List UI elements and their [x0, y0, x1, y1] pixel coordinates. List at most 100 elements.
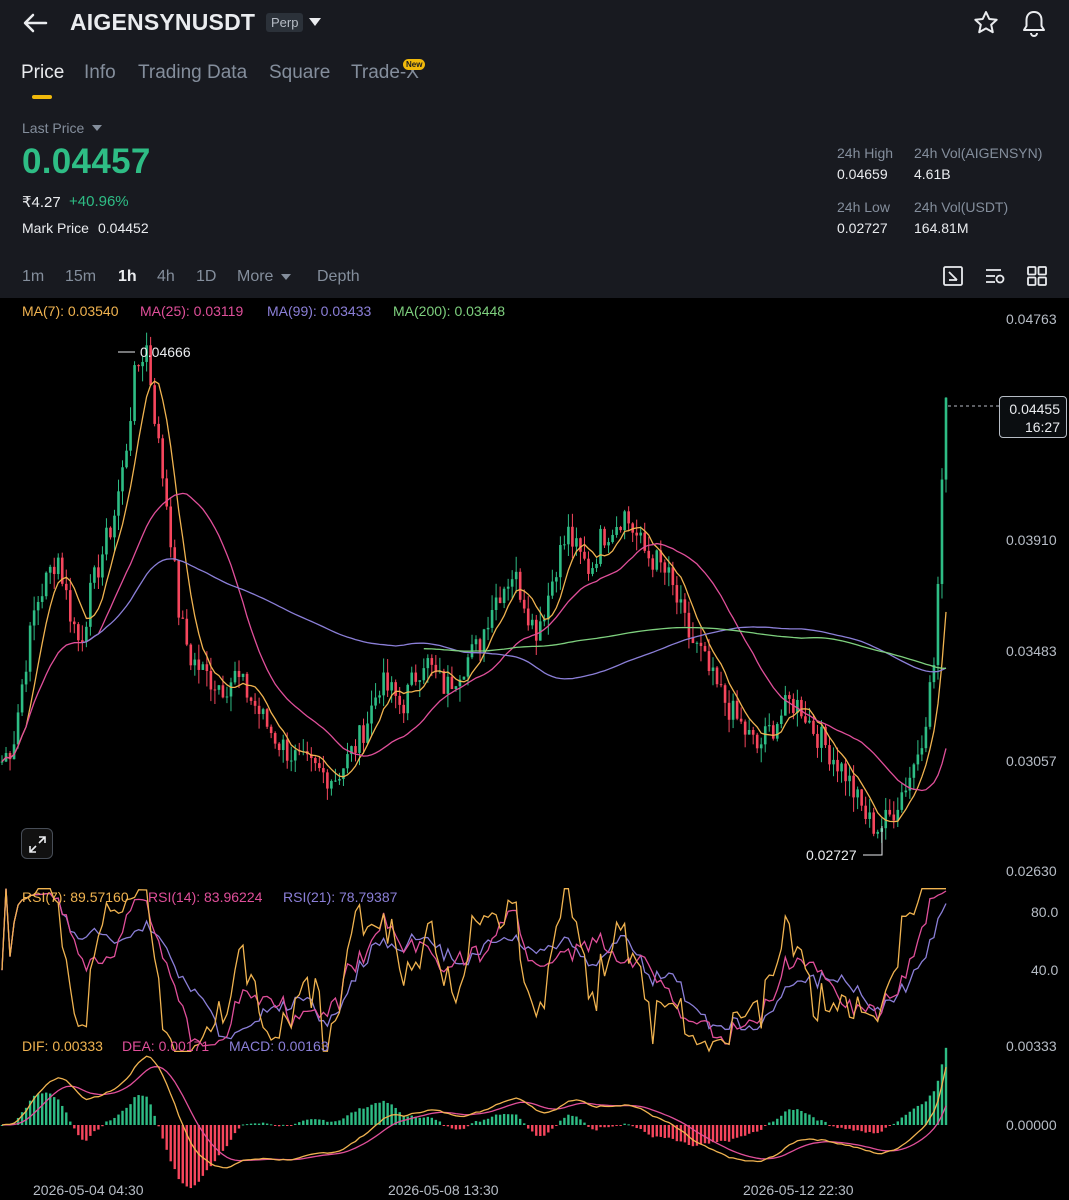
macd-histogram-bar [330, 1121, 333, 1125]
macd-histogram-bar [374, 1103, 377, 1125]
candle-body [848, 775, 851, 782]
candle-body [623, 511, 626, 531]
bell-icon[interactable] [1020, 8, 1048, 38]
candle-body [683, 599, 687, 613]
macd-histogram-bar [916, 1105, 920, 1125]
macd-histogram-bar [261, 1122, 265, 1125]
price-type-caret-icon[interactable] [92, 124, 102, 132]
interval-more[interactable]: More [237, 268, 273, 286]
candle-body [868, 812, 871, 819]
macd-histogram-bar [868, 1125, 871, 1133]
interval-4h[interactable]: 4h [157, 268, 175, 286]
interval-15m[interactable]: 15m [65, 268, 96, 286]
macd-histogram-bar [836, 1125, 839, 1129]
macd-histogram-bar [498, 1114, 502, 1125]
candle-body [52, 566, 56, 575]
candle-body [257, 705, 261, 714]
candle-body [450, 676, 454, 690]
candle-body [832, 759, 835, 765]
macd-histogram-bar [53, 1097, 56, 1125]
macd-histogram-bar [358, 1108, 361, 1125]
macd-histogram-bar [89, 1125, 92, 1136]
interval-1d[interactable]: 1D [196, 268, 216, 286]
interval-1m[interactable]: 1m [22, 268, 44, 286]
indicator-toggle-icon[interactable] [941, 264, 965, 288]
tab-info[interactable]: Info [84, 62, 116, 84]
candle-body [293, 750, 297, 761]
current-price-tag[interactable]: 0.04455 16:27 [999, 396, 1067, 438]
tab-square[interactable]: Square [269, 62, 330, 84]
macd-histogram-bar [904, 1114, 908, 1125]
tab-trading-data[interactable]: Trading Data [138, 62, 247, 84]
candle-body [0, 761, 4, 763]
last-price-label[interactable]: Last Price [22, 120, 84, 136]
candle-body [739, 718, 743, 722]
candle-body [635, 532, 638, 536]
candle-body [912, 764, 916, 778]
candle-body [675, 585, 679, 603]
candle-body [394, 682, 397, 696]
high-value: 0.04659 [837, 166, 888, 182]
candle-body [261, 709, 265, 714]
macd-histogram-bar [326, 1121, 329, 1125]
candle-body [402, 704, 406, 714]
macd-histogram-bar [764, 1125, 767, 1126]
macd-histogram-bar [619, 1125, 622, 1126]
candle-body [68, 590, 72, 622]
macd-histogram-bar [635, 1125, 638, 1129]
macd-histogram-bar [776, 1118, 779, 1125]
macd-histogram-bar [559, 1120, 562, 1125]
y-tick: 0.03483 [1006, 643, 1057, 659]
star-icon[interactable] [972, 9, 1000, 37]
high-label: 24h High [837, 145, 894, 161]
macd-histogram-bar [587, 1125, 590, 1127]
layout-grid-icon[interactable] [1025, 264, 1049, 288]
macd-histogram-bar [518, 1118, 522, 1125]
candle-body [647, 550, 651, 559]
macd-histogram-bar [575, 1116, 578, 1125]
macd-histogram-bar [101, 1125, 104, 1127]
candle-body [514, 571, 518, 580]
candle-body [334, 780, 337, 782]
candle-body [390, 682, 393, 691]
candle-body [129, 421, 132, 451]
macd-histogram-bar [277, 1125, 281, 1127]
macd-histogram-bar [105, 1121, 108, 1125]
rsi-tick: 80.0 [1031, 904, 1059, 920]
interval-depth[interactable]: Depth [317, 268, 360, 286]
macd-histogram-bar [366, 1107, 369, 1125]
fullscreen-button[interactable] [21, 828, 53, 859]
candle-body [105, 527, 108, 555]
caret-down-icon[interactable] [308, 16, 322, 28]
macd-histogram-bar [73, 1125, 76, 1129]
candle-body [318, 763, 321, 769]
candle-body [161, 438, 164, 479]
candle-body [526, 608, 530, 626]
candle-body [81, 640, 84, 642]
chart-settings-icon[interactable] [983, 264, 1007, 288]
candle-body [904, 790, 908, 793]
candle-body [482, 629, 486, 654]
candle-body [530, 619, 534, 626]
macd-histogram-bar [85, 1125, 88, 1141]
macd-histogram-bar [318, 1119, 321, 1125]
candle-body [201, 664, 205, 670]
candle-body [502, 588, 506, 604]
price-chart[interactable] [0, 298, 1069, 1200]
macd-histogram-bar [117, 1114, 120, 1125]
macd-histogram-bar [302, 1120, 305, 1125]
candle-body [89, 582, 92, 627]
tab-price[interactable]: Price [21, 62, 64, 84]
candle-body [209, 671, 213, 690]
symbol-title[interactable]: AIGENSYNUSDT [70, 9, 255, 36]
y-tick: 0.03910 [1006, 532, 1057, 548]
macd-histogram-bar [442, 1125, 446, 1126]
change-percent: +40.96% [69, 193, 129, 210]
macd-histogram-bar [125, 1107, 128, 1125]
candle-body [354, 746, 357, 753]
candle-body [759, 744, 763, 749]
back-arrow-icon[interactable] [20, 8, 50, 38]
interval-1h[interactable]: 1h [118, 268, 137, 286]
candle-body [518, 571, 522, 600]
more-caret-icon[interactable] [281, 273, 291, 281]
